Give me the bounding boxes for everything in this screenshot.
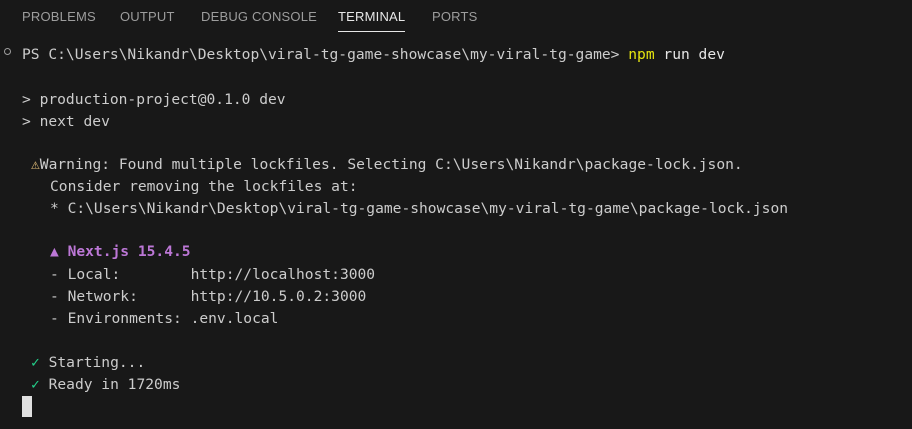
check-icon: ✓: [31, 354, 40, 371]
check-icon: ✓: [31, 376, 40, 393]
terminal-panel: PROBLEMS OUTPUT DEBUG CONSOLE TERMINAL P…: [0, 0, 912, 429]
tab-output[interactable]: OUTPUT: [120, 0, 175, 34]
prompt-path: PS C:\Users\Nikandr\Desktop\viral-tg-gam…: [22, 46, 620, 63]
environments-line: - Environments: .env.local: [50, 310, 279, 327]
tab-problems[interactable]: PROBLEMS: [22, 0, 96, 34]
npm-command: npm: [628, 46, 655, 63]
terminal-output[interactable]: PS C:\Users\Nikandr\Desktop\viral-tg-gam…: [0, 34, 912, 429]
tab-terminal[interactable]: TERMINAL: [338, 0, 406, 34]
command-args: run dev: [654, 46, 725, 63]
prompt-line: PS C:\Users\Nikandr\Desktop\viral-tg-gam…: [22, 44, 725, 66]
script-line-1: > production-project@0.1.0 dev: [22, 91, 286, 108]
ready-line: ✓ Ready in 1720ms: [31, 374, 180, 396]
tab-ports[interactable]: PORTS: [432, 0, 478, 34]
starting-text: Starting...: [48, 354, 146, 371]
warning-text: Warning: Found multiple lockfiles. Selec…: [39, 156, 743, 173]
warning-line-1: ⚠Warning: Found multiple lockfiles. Sele…: [31, 154, 743, 176]
command-decoration-icon[interactable]: [4, 48, 11, 55]
tab-debug-console[interactable]: DEBUG CONSOLE: [201, 0, 317, 34]
panel-tab-bar: PROBLEMS OUTPUT DEBUG CONSOLE TERMINAL P…: [0, 0, 912, 34]
network-url-line[interactable]: - Network: http://10.5.0.2:3000: [50, 286, 366, 308]
terminal-cursor: [22, 396, 32, 417]
starting-line: ✓ Starting...: [31, 352, 145, 374]
nextjs-title: ▲ Next.js 15.4.5: [50, 243, 191, 260]
warning-line-3: * C:\Users\Nikandr\Desktop\viral-tg-game…: [50, 200, 789, 217]
ready-text: Ready in 1720ms: [48, 376, 181, 393]
script-line-2: > next dev: [22, 113, 110, 130]
warning-line-2: Consider removing the lockfiles at:: [50, 178, 358, 195]
warning-icon: ⚠: [31, 156, 40, 173]
local-url-line[interactable]: - Local: http://localhost:3000: [50, 264, 375, 286]
